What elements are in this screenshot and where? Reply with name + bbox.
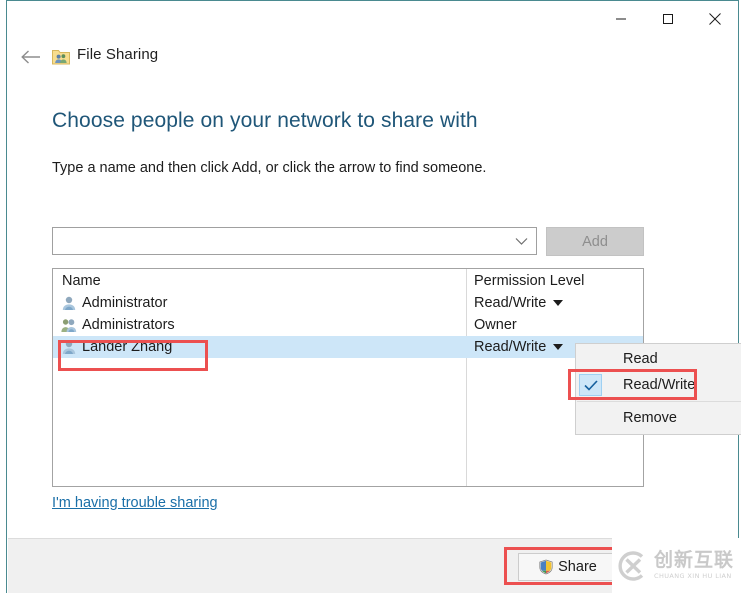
permission-dropdown-caret-icon[interactable] xyxy=(553,300,564,306)
row-permission-cell[interactable]: Read/Write xyxy=(474,295,564,311)
name-combobox[interactable] xyxy=(52,227,537,255)
watermark-chinese: 创新互联 xyxy=(654,549,735,572)
chevron-down-icon xyxy=(515,237,527,245)
title-bar xyxy=(7,1,738,37)
row-name-label: Administrator xyxy=(82,295,168,311)
share-button-label: Share xyxy=(558,559,597,575)
maximize-button[interactable] xyxy=(644,1,691,37)
back-arrow-icon xyxy=(21,50,40,64)
single-user-icon xyxy=(61,339,77,355)
permission-dropdown-caret-icon[interactable] xyxy=(553,344,564,350)
table-row[interactable]: Administrator Read/Write xyxy=(53,292,643,314)
caption-button-group xyxy=(597,1,738,37)
back-button[interactable] xyxy=(12,41,50,73)
page-title: Choose people on your network to share w… xyxy=(52,109,478,132)
close-button[interactable] xyxy=(691,1,738,37)
navigation-row: File Sharing xyxy=(7,41,738,75)
checkmark-icon xyxy=(579,374,602,396)
row-name-cell: Lander Zhang xyxy=(61,339,172,355)
menu-item-label: Read/Write xyxy=(623,377,696,393)
watermark: 创新互联 CHUANG XIN HU LIAN xyxy=(612,538,741,593)
watermark-pinyin: CHUANG XIN HU LIAN xyxy=(654,572,732,581)
minimize-button[interactable] xyxy=(597,1,644,37)
share-permissions-list: Name Permission Level Administrator Read… xyxy=(52,268,644,487)
combobox-dropdown-button[interactable] xyxy=(508,228,534,254)
menu-item-read-write[interactable]: Read/Write xyxy=(576,372,741,398)
minimize-icon xyxy=(615,18,626,20)
column-header-permission: Permission Level xyxy=(474,272,585,289)
column-header-name: Name xyxy=(62,272,101,289)
menu-item-label: Remove xyxy=(623,410,677,426)
app-title: File Sharing xyxy=(77,46,159,63)
watermark-text: 创新互联 CHUANG XIN HU LIAN xyxy=(654,551,734,580)
row-name-label: Lander Zhang xyxy=(82,339,173,355)
page-subtitle: Type a name and then click Add, or click… xyxy=(52,160,487,176)
table-row[interactable]: Administrators Owner xyxy=(53,314,643,336)
close-icon xyxy=(708,13,721,25)
row-name-label: Administrators xyxy=(82,317,175,333)
menu-item-remove[interactable]: Remove xyxy=(576,405,741,431)
row-name-cell: Administrators xyxy=(61,317,175,333)
table-row[interactable]: Lander Zhang Read/Write xyxy=(53,336,643,358)
row-permission-label: Owner xyxy=(474,317,517,333)
single-user-icon xyxy=(61,295,77,311)
menu-item-read[interactable]: Read xyxy=(576,346,741,372)
row-name-cell: Administrator xyxy=(61,295,167,311)
name-input[interactable] xyxy=(53,228,508,254)
menu-item-label: Read xyxy=(623,351,658,367)
menu-separator xyxy=(577,401,741,402)
file-sharing-folder-icon xyxy=(52,48,70,65)
add-button[interactable]: Add xyxy=(546,227,644,256)
row-permission-label: Read/Write xyxy=(474,339,547,355)
maximize-icon xyxy=(662,14,673,24)
list-header-row: Name Permission Level xyxy=(53,269,643,292)
uac-shield-icon xyxy=(538,559,554,575)
share-button[interactable]: Share xyxy=(518,553,617,581)
file-sharing-window: File Sharing Choose people on your netwo… xyxy=(6,0,741,593)
row-permission-cell: Owner xyxy=(474,317,517,333)
user-group-icon xyxy=(61,317,77,333)
row-permission-cell[interactable]: Read/Write xyxy=(474,339,564,355)
row-permission-label: Read/Write xyxy=(474,295,547,311)
cx-logo-icon xyxy=(614,548,650,584)
trouble-sharing-link[interactable]: I'm having trouble sharing xyxy=(52,495,218,511)
permission-context-menu: Read Read/Write Remove xyxy=(575,343,741,435)
